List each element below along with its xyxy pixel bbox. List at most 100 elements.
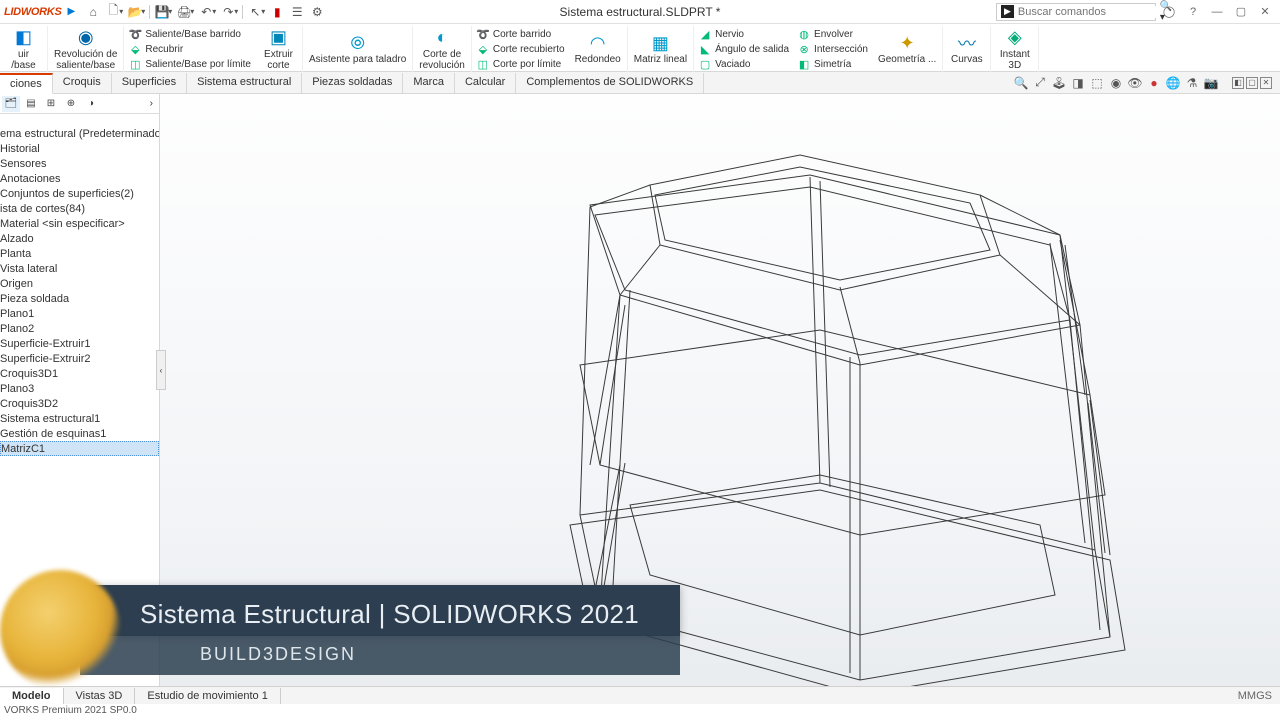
swept-cut-icon: ➰ <box>476 27 490 41</box>
close-pane-icon[interactable]: ✕ <box>1260 77 1272 89</box>
tree-item[interactable]: MatrizC1 <box>0 441 159 456</box>
feature-manager-tab-icon[interactable]: 🗂 <box>2 96 20 112</box>
draft-icon: ◣ <box>698 42 712 56</box>
minimize-icon[interactable]: — <box>1206 3 1228 21</box>
home-icon[interactable]: ⌂ <box>83 2 103 22</box>
tree-item[interactable]: Plano3 <box>0 381 159 396</box>
tab-calcular[interactable]: Calcular <box>455 73 516 93</box>
ribbon-instant3d[interactable]: ◈ Instant3D <box>991 26 1039 72</box>
tree-item[interactable]: Croquis3D1 <box>0 366 159 381</box>
tree-item[interactable]: Vista lateral <box>0 261 159 276</box>
ribbon-swept-cut[interactable]: ➰Corte barrido <box>476 27 565 42</box>
appearance-icon[interactable]: ● <box>1146 75 1162 91</box>
command-search[interactable]: ▶ 🔍▾ <box>996 3 1156 21</box>
ribbon-hole-wizard[interactable]: ⦾ Asistente para taladro <box>303 26 413 72</box>
boundary-icon: ◫ <box>128 57 142 71</box>
tree-item[interactable]: Superficie-Extruir1 <box>0 336 159 351</box>
ribbon: ◧ uir/base ◉ Revolución desaliente/base … <box>0 24 1280 72</box>
tree-item[interactable]: Planta <box>0 246 159 261</box>
loft-icon: ⬙ <box>128 42 142 56</box>
section-view-icon[interactable]: ◨ <box>1070 75 1086 91</box>
split-pane-icon[interactable]: ▢ <box>1246 77 1258 89</box>
ribbon-cut-stack: ➰Corte barrido ⬙Corte recubierto ◫Corte … <box>472 26 569 72</box>
maximize-icon[interactable]: ▢ <box>1230 3 1252 21</box>
tree-item[interactable]: ista de cortes(84) <box>0 201 159 216</box>
tree-item[interactable]: Plano2 <box>0 321 159 336</box>
prev-view-icon[interactable]: 🕹 <box>1051 75 1067 91</box>
tab-complementos-de-solidworks[interactable]: Complementos de SOLIDWORKS <box>516 73 704 93</box>
display-manager-tab-icon[interactable]: ◑ <box>82 96 100 112</box>
wrap-icon: ◍ <box>797 27 811 41</box>
shell-icon: ▢ <box>698 57 712 71</box>
tree-item[interactable]: Gestión de esquinas1 <box>0 426 159 441</box>
tree-item[interactable]: Sistema estructural1 <box>0 411 159 426</box>
ribbon-linear-pattern[interactable]: ▦ Matriz lineal <box>628 26 694 72</box>
tree-item[interactable]: Alzado <box>0 231 159 246</box>
ribbon-curves[interactable]: 〰 Curvas <box>943 26 991 72</box>
ribbon-boundary-cut[interactable]: ◫Corte por límite <box>476 57 565 72</box>
units-indicator[interactable]: MMGS <box>1230 690 1280 702</box>
ribbon-fillet[interactable]: ◠ Redondeo <box>569 26 628 72</box>
instant3d-icon: ◈ <box>1008 28 1022 48</box>
settings-icon[interactable]: ⚙ <box>307 2 327 22</box>
configuration-tab-icon[interactable]: ⊞ <box>42 96 60 112</box>
ribbon-wrap[interactable]: ◍Envolver <box>797 27 868 42</box>
collapse-pane-icon[interactable]: ◧ <box>1232 77 1244 89</box>
ribbon-revolve-cut[interactable]: ◐ Corte derevolución <box>413 26 472 72</box>
tree-item[interactable]: Croquis3D2 <box>0 396 159 411</box>
help-icon[interactable]: ? <box>1182 3 1204 21</box>
tab-ciones[interactable]: ciones <box>0 73 53 94</box>
boundary-cut-icon: ◫ <box>476 57 490 71</box>
tab-piezas-soldadas[interactable]: Piezas soldadas <box>302 73 403 93</box>
tree-item[interactable]: Conjuntos de superficies(2) <box>0 186 159 201</box>
zoom-area-icon[interactable]: ⤢ <box>1032 75 1048 91</box>
view-settings-icon[interactable]: ⚗ <box>1184 75 1200 91</box>
tree-item[interactable]: Anotaciones <box>0 171 159 186</box>
options-icon[interactable]: ☰ <box>287 2 307 22</box>
ribbon-rib-stack: ◢Nervio ◣Ángulo de salida ▢Vaciado <box>694 26 793 72</box>
scene-icon[interactable]: 🌐 <box>1165 75 1181 91</box>
app-logo: LIDWORKS <box>4 6 61 18</box>
close-icon[interactable]: ✕ <box>1254 3 1276 21</box>
hide-show-icon[interactable]: 👁 <box>1127 75 1143 91</box>
ribbon-mirror[interactable]: ◧Simetría <box>797 57 868 72</box>
ribbon-lofted-cut[interactable]: ⬙Corte recubierto <box>476 42 565 57</box>
display-style-icon[interactable]: ◉ <box>1108 75 1124 91</box>
tree-item[interactable]: Sensores <box>0 156 159 171</box>
tree-item[interactable]: Superficie-Extruir2 <box>0 351 159 366</box>
play-icon[interactable]: ▶ <box>67 6 75 17</box>
rebuild-icon[interactable]: ▮ <box>267 2 287 22</box>
status-bar: VORKS Premium 2021 SP0.0 <box>0 704 1280 720</box>
tab-croquis[interactable]: Croquis <box>53 73 112 93</box>
render-icon[interactable]: 📷 <box>1203 75 1219 91</box>
user-icon[interactable]: ◯ <box>1158 3 1180 21</box>
tree-item[interactable]: Material <sin especificar> <box>0 216 159 231</box>
view-orientation-icon[interactable]: ⬚ <box>1089 75 1105 91</box>
ribbon-extrude-boss[interactable]: ◧ uir/base <box>0 26 48 72</box>
sidebar-collapse-handle[interactable]: ‹ <box>156 350 166 390</box>
tab-sistema-estructural[interactable]: Sistema estructural <box>187 73 302 93</box>
tree-item[interactable]: Plano1 <box>0 306 159 321</box>
ribbon-rib[interactable]: ◢Nervio <box>698 27 789 42</box>
ribbon-sweep[interactable]: ➰Saliente/Base barrido <box>128 27 251 42</box>
tree-item[interactable]: Origen <box>0 276 159 291</box>
ribbon-revolve-boss[interactable]: ◉ Revolución desaliente/base <box>48 26 124 72</box>
ribbon-intersect[interactable]: ⊗Intersección <box>797 42 868 57</box>
tab-superficies[interactable]: Superficies <box>112 73 187 93</box>
ribbon-extrude-cut[interactable]: ▣ Extruircorte <box>255 26 303 72</box>
ribbon-loft[interactable]: ⬙Recubrir <box>128 42 251 57</box>
property-manager-tab-icon[interactable]: ▤ <box>22 96 40 112</box>
tree-item[interactable]: ema estructural (Predeterminado< <box>0 126 159 141</box>
ribbon-reference-geometry[interactable]: ✦ Geometría ... <box>872 26 943 72</box>
ribbon-boundary[interactable]: ◫Saliente/Base por límite <box>128 57 251 72</box>
tab-marca[interactable]: Marca <box>403 73 455 93</box>
zoom-fit-icon[interactable]: 🔍 <box>1013 75 1029 91</box>
tree-item[interactable]: Historial <box>0 141 159 156</box>
tree-item[interactable]: Pieza soldada <box>0 291 159 306</box>
ribbon-draft[interactable]: ◣Ángulo de salida <box>698 42 789 57</box>
expand-manager-icon[interactable]: › <box>146 98 157 109</box>
overlay-subtitle: BUILD3DESIGN <box>80 634 680 675</box>
search-input[interactable] <box>1018 6 1160 18</box>
ribbon-shell[interactable]: ▢Vaciado <box>698 57 789 72</box>
dimxpert-tab-icon[interactable]: ⊕ <box>62 96 80 112</box>
